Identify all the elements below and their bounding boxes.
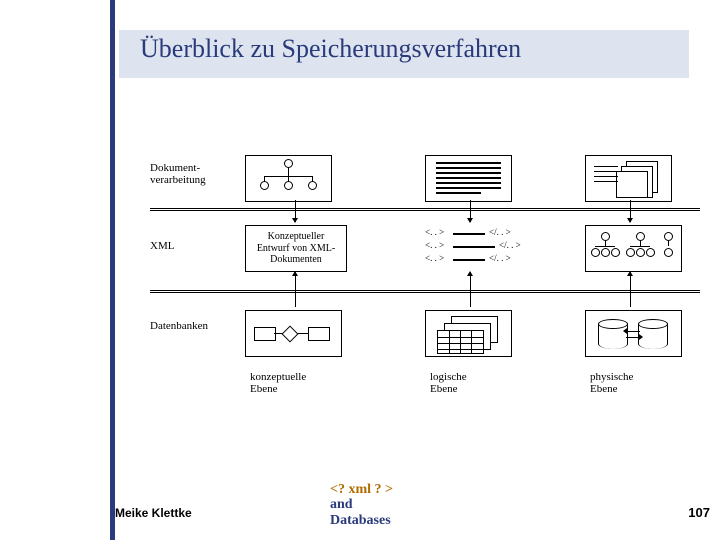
arrow-doc-to-xml-c3 bbox=[630, 200, 631, 222]
xml-logic-box: <. . > </. . > <. . > </. . > <. . > </.… bbox=[425, 225, 535, 270]
slide-title: Überblick zu Speicherungsverfahren bbox=[140, 34, 521, 64]
separator-1 bbox=[150, 208, 700, 209]
diagram: Dokument-verarbeitung XML Datenbanken ko… bbox=[150, 150, 700, 450]
xml-tag-close-1: </. . > bbox=[489, 227, 511, 237]
arrow-db-to-xml-c3 bbox=[630, 272, 631, 307]
db-physical-box bbox=[585, 310, 682, 357]
left-accent-bar bbox=[110, 0, 115, 540]
row-label-xml: XML bbox=[150, 240, 230, 252]
footer-author: Meike Klettke bbox=[115, 506, 192, 520]
row-label-datenbanken: Datenbanken bbox=[150, 320, 230, 332]
arrow-doc-to-xml-c2 bbox=[470, 200, 471, 222]
separator-2b bbox=[150, 292, 700, 293]
doc-physical-box bbox=[585, 155, 672, 202]
footer-page-number: 107 bbox=[688, 505, 710, 520]
xml-tag-close-3: </. . > bbox=[489, 253, 511, 263]
footer-logo-line3: Databases bbox=[330, 513, 391, 528]
separator-1b bbox=[150, 210, 700, 211]
xml-tag-open-2: <. . > bbox=[425, 240, 444, 250]
arrow-db-to-xml-c1 bbox=[295, 272, 296, 307]
col-label-konzeptuelle: konzeptuelleEbene bbox=[250, 371, 306, 395]
col-label-logische: logischeEbene bbox=[430, 371, 467, 395]
xml-tag-open-3: <. . > bbox=[425, 253, 444, 263]
xml-tag-close-2: </. . > bbox=[499, 240, 521, 250]
db-concept-box bbox=[245, 310, 342, 357]
xml-physical-box bbox=[585, 225, 682, 272]
footer-logo-line2: and bbox=[330, 497, 353, 512]
arrow-db-to-xml-c2 bbox=[470, 272, 471, 307]
doc-concept-box bbox=[245, 155, 332, 202]
arrow-doc-to-xml-c1 bbox=[295, 200, 296, 222]
xml-tag-open-1: <. . > bbox=[425, 227, 444, 237]
db-logic-box bbox=[425, 310, 512, 357]
separator-2 bbox=[150, 290, 700, 291]
col-label-physische: physischeEbene bbox=[590, 371, 633, 395]
footer-logo-line1: <? xml ? > bbox=[330, 482, 393, 497]
xml-concept-box: KonzeptuellerEntwurf von XML-Dokumenten bbox=[245, 225, 347, 272]
row-label-dokumentverarbeitung: Dokument-verarbeitung bbox=[150, 162, 230, 186]
footer-logo: <? xml ? > and Databases bbox=[330, 482, 393, 528]
doc-logic-box bbox=[425, 155, 512, 202]
